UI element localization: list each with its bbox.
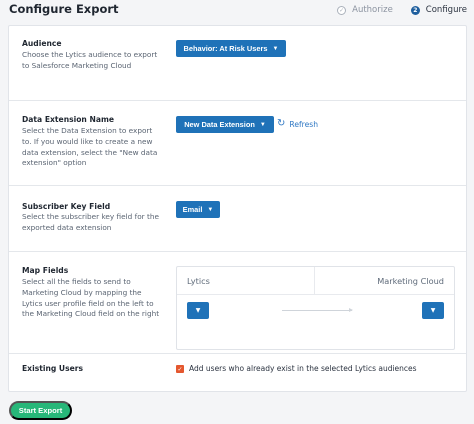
chevron-down-icon: ▼ — [272, 45, 279, 52]
audience-section: Audience Choose the Lytics audience to e… — [9, 26, 466, 101]
audience-title: Audience — [22, 39, 62, 48]
subscriber-key-select-label: Email — [182, 205, 203, 214]
page-title: Configure Export — [9, 2, 119, 16]
lytics-column-header: Lytics — [187, 276, 210, 286]
audience-select-label: Behavior: At Risk Users — [183, 44, 268, 53]
check-icon: ✓ — [177, 365, 183, 373]
existing-users-checkbox-label: Add users who already exist in the selec… — [189, 364, 417, 373]
audience-select-button[interactable]: Behavior: At Risk Users ▼ — [176, 40, 286, 57]
chevron-down-icon: ▼ — [259, 121, 266, 128]
step-configure[interactable]: 2 Configure — [410, 5, 467, 15]
step-configure-label: Configure — [425, 5, 467, 15]
step-number-icon: 2 — [410, 5, 420, 15]
existing-users-title: Existing Users — [22, 364, 84, 373]
subscriber-key-description: Select the subscriber key field for the … — [22, 212, 159, 232]
audience-description: Choose the Lytics audience to export to … — [22, 50, 158, 70]
field-mapping-header: Lytics Marketing Cloud — [177, 267, 454, 295]
data-extension-select-label: New Data Extension — [184, 120, 255, 129]
chevron-down-icon: ▼ — [430, 307, 436, 314]
map-fields-description: Select all the fields to send to Marketi… — [22, 277, 160, 319]
data-extension-select-button[interactable]: New Data Extension ▼ — [176, 116, 274, 133]
map-fields-title: Map Fields — [22, 266, 69, 275]
marketing-cloud-field-select-button[interactable]: ▼ — [422, 302, 444, 319]
step-authorize-label: Authorize — [352, 5, 393, 15]
subscriber-key-select-button[interactable]: Email ▼ — [176, 201, 220, 218]
page-header: Configure Export ✓ Authorize 2 Configure — [0, 0, 474, 22]
step-indicator: ✓ Authorize 2 Configure — [337, 5, 467, 15]
chevron-down-icon: ▼ — [195, 307, 201, 314]
refresh-icon: ↻ — [277, 118, 286, 129]
column-divider — [314, 267, 315, 295]
lytics-field-select-button[interactable]: ▼ — [187, 302, 209, 319]
data-extension-title: Data Extension Name — [22, 115, 115, 124]
subscriber-key-section: Subscriber Key Field Select the subscrib… — [9, 186, 466, 252]
start-export-button[interactable]: Start Export — [9, 401, 72, 420]
chevron-down-icon: ▼ — [207, 206, 214, 213]
refresh-link[interactable]: ↻ Refresh — [277, 119, 318, 129]
data-extension-section: Data Extension Name Select the Data Exte… — [9, 101, 466, 186]
field-mapping-box: Lytics Marketing Cloud ▼ ▼ — [176, 266, 455, 350]
configure-form-card: Audience Choose the Lytics audience to e… — [8, 25, 467, 392]
subscriber-key-title: Subscriber Key Field — [22, 202, 111, 211]
mapping-arrow-icon — [282, 308, 353, 312]
refresh-label: Refresh — [289, 119, 319, 129]
step-authorize[interactable]: ✓ Authorize — [337, 5, 393, 15]
marketing-cloud-column-header: Marketing Cloud — [377, 276, 444, 286]
data-extension-description: Select the Data Extension to export to. … — [22, 126, 158, 168]
existing-users-checkbox[interactable]: ✓ — [176, 365, 184, 373]
check-circle-icon: ✓ — [337, 5, 347, 15]
